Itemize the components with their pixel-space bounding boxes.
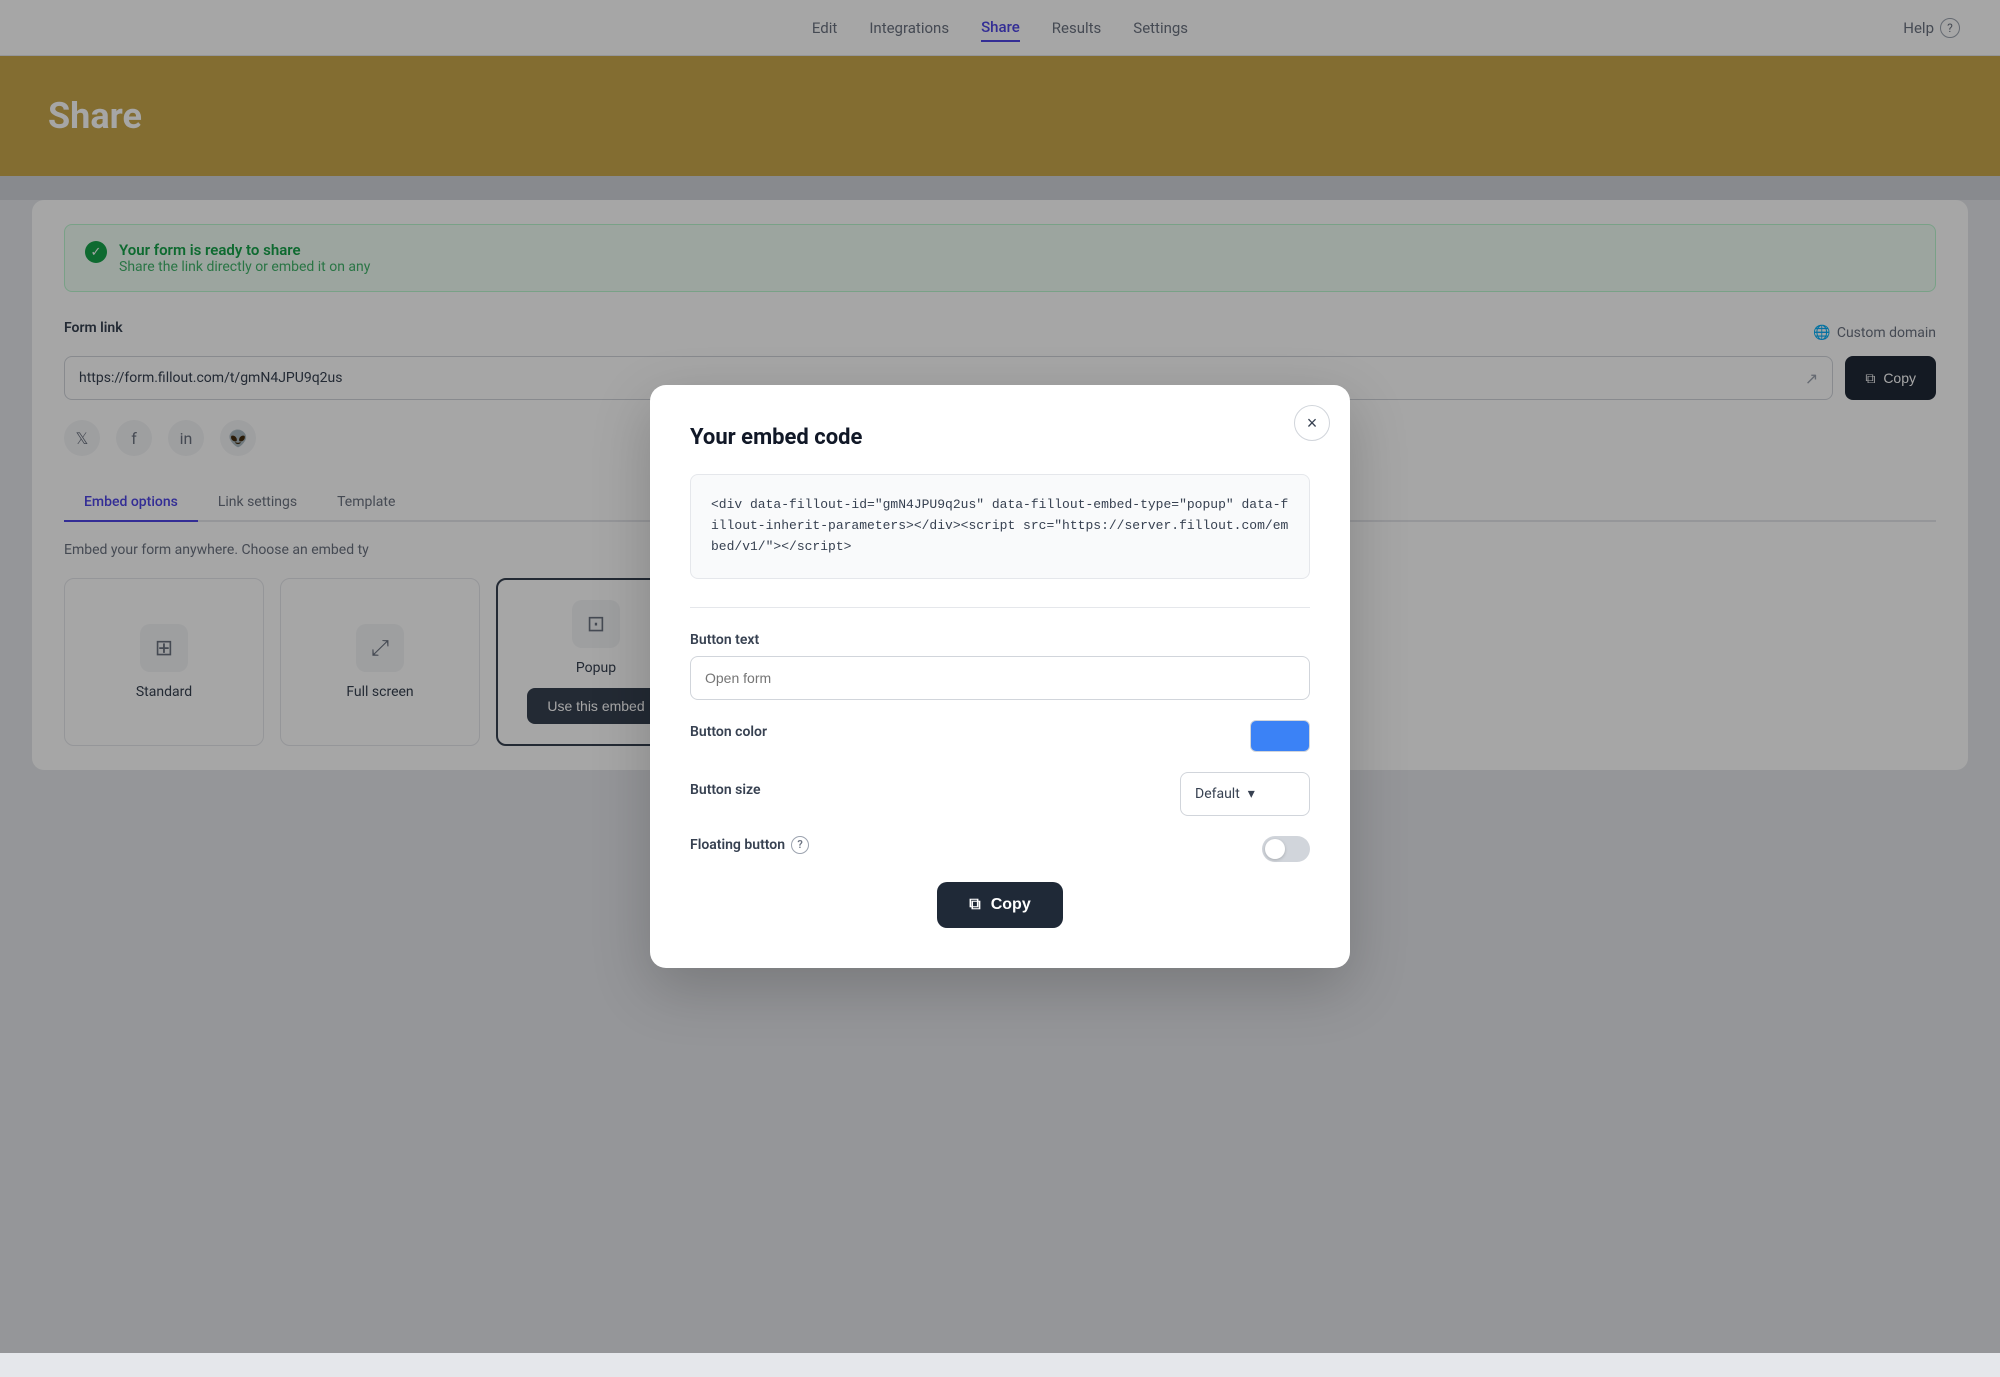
button-text-group: Button text xyxy=(690,632,1310,700)
button-size-label: Button size xyxy=(690,782,761,798)
modal-copy-label: Copy xyxy=(991,896,1031,914)
floating-button-help-icon[interactable]: ? xyxy=(791,836,809,854)
floating-button-row: Floating button ? xyxy=(690,836,1310,862)
floating-button-label: Floating button ? xyxy=(690,836,809,854)
chevron-down-icon: ▾ xyxy=(1248,786,1255,802)
button-text-input[interactable] xyxy=(690,656,1310,700)
toggle-knob xyxy=(1265,839,1285,859)
modal-close-button[interactable]: × xyxy=(1294,405,1330,441)
button-text-label: Button text xyxy=(690,632,1310,648)
button-size-select[interactable]: Default ▾ xyxy=(1180,772,1310,816)
button-color-row: Button color xyxy=(690,720,1310,752)
modal-divider xyxy=(690,607,1310,608)
embed-code-modal: × Your embed code <div data-fillout-id="… xyxy=(650,385,1350,967)
modal-overlay[interactable]: × Your embed code <div data-fillout-id="… xyxy=(0,0,2000,1353)
copy-icon-large: ⧉ xyxy=(969,896,980,914)
floating-button-text: Floating button xyxy=(690,837,785,853)
button-color-swatch[interactable] xyxy=(1250,720,1310,752)
modal-title: Your embed code xyxy=(690,425,1310,450)
button-size-row: Button size Default ▾ xyxy=(690,772,1310,816)
modal-copy-button[interactable]: ⧉ Copy xyxy=(937,882,1062,928)
floating-button-toggle[interactable] xyxy=(1262,836,1310,862)
embed-code-block: <div data-fillout-id="gmN4JPU9q2us" data… xyxy=(690,474,1310,578)
button-size-value: Default xyxy=(1195,786,1240,802)
button-color-label: Button color xyxy=(690,724,767,740)
